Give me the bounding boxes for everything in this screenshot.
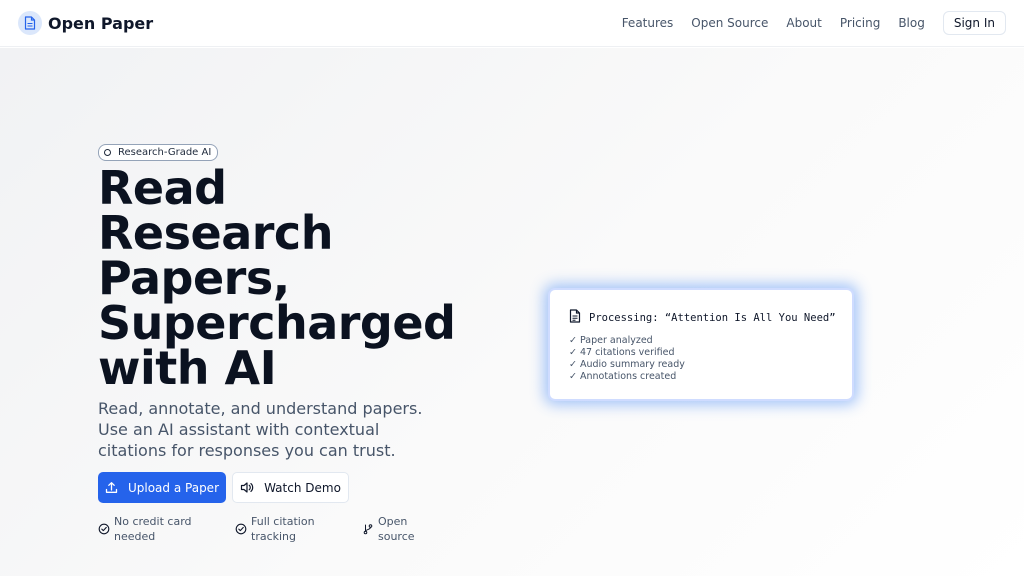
card-status-list: ✓ Paper analyzed ✓ 47 citations verified… <box>569 335 685 383</box>
upload-paper-button[interactable]: Upload a Paper <box>98 472 226 503</box>
nav-link-blog[interactable]: Blog <box>898 16 925 30</box>
watch-demo-button[interactable]: Watch Demo <box>232 472 349 503</box>
file-text-icon <box>569 308 581 327</box>
circle-icon <box>104 149 111 156</box>
document-icon <box>18 11 42 35</box>
status-item: ✓ Paper analyzed <box>569 335 653 346</box>
processing-card: Processing: “Attention Is All You Need” … <box>548 288 854 401</box>
headline-line: with AI <box>98 341 277 395</box>
headline-line: Papers, <box>98 251 290 305</box>
upload-paper-label: Upload a Paper <box>127 480 219 495</box>
feature-label: source <box>378 530 415 543</box>
git-branch-icon <box>362 520 374 539</box>
nav-link-open-source[interactable]: Open Source <box>691 16 768 30</box>
feature-no-credit-card: No credit card needed <box>98 514 192 544</box>
feature-label: needed <box>114 530 156 543</box>
badge-label: Research-Grade AI <box>118 147 212 158</box>
brand-name: Open Paper <box>48 13 154 33</box>
watch-demo-label: Watch Demo <box>264 480 341 495</box>
check-circle-icon <box>235 520 247 539</box>
top-header: Open Paper Features Open Source About Pr… <box>0 0 1024 47</box>
check-circle-icon <box>98 520 110 539</box>
status-item: ✓ 47 citations verified <box>569 347 675 358</box>
nav-link-pricing[interactable]: Pricing <box>840 16 880 30</box>
status-item: ✓ Annotations created <box>569 371 677 382</box>
feature-label: Full citation <box>251 515 315 528</box>
feature-citation-tracking: Full citation tracking <box>235 514 315 544</box>
speaker-icon <box>240 481 254 494</box>
feature-open-source: Open source <box>362 514 415 544</box>
nav-link-about[interactable]: About <box>786 16 821 30</box>
sign-in-button[interactable]: Sign In <box>942 11 1006 35</box>
feature-label: No credit card <box>114 515 192 528</box>
feature-label: Open <box>378 515 408 528</box>
status-item: ✓ Audio summary ready <box>569 359 685 370</box>
top-nav: Features Open Source About Pricing Blog … <box>622 11 1006 35</box>
headline-line: Read <box>98 161 227 215</box>
headline-line: Supercharged <box>98 296 456 350</box>
headline-line: Research <box>98 206 333 260</box>
brand[interactable]: Open Paper <box>18 11 153 35</box>
hero-headline: Read Research Papers, Supercharged with … <box>98 161 458 395</box>
nav-link-features[interactable]: Features <box>622 16 674 30</box>
hero-subtext: Read, annotate, and understand papers. U… <box>98 399 423 460</box>
upload-icon <box>105 481 118 494</box>
feature-label: tracking <box>251 530 297 543</box>
card-title: Processing: “Attention Is All You Need” <box>589 311 836 324</box>
research-grade-badge: Research-Grade AI <box>98 144 219 161</box>
